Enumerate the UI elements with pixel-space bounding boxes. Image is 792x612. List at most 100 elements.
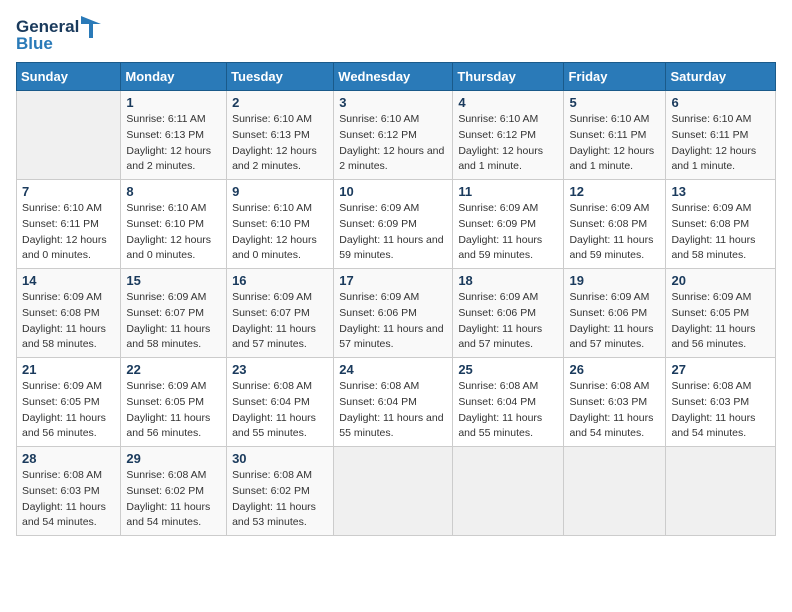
calendar-week-row: 7 Sunrise: 6:10 AMSunset: 6:11 PMDayligh… <box>17 180 776 269</box>
calendar-cell: 20 Sunrise: 6:09 AMSunset: 6:05 PMDaylig… <box>666 269 776 358</box>
calendar-cell: 2 Sunrise: 6:10 AMSunset: 6:13 PMDayligh… <box>227 91 334 180</box>
day-number: 23 <box>232 362 328 377</box>
day-detail: Sunrise: 6:10 AMSunset: 6:12 PMDaylight:… <box>458 113 543 172</box>
day-detail: Sunrise: 6:09 AMSunset: 6:09 PMDaylight:… <box>458 202 542 261</box>
day-detail: Sunrise: 6:09 AMSunset: 6:08 PMDaylight:… <box>671 202 755 261</box>
calendar-cell <box>564 447 666 536</box>
day-number: 20 <box>671 273 770 288</box>
col-header-friday: Friday <box>564 63 666 91</box>
day-detail: Sunrise: 6:09 AMSunset: 6:08 PMDaylight:… <box>22 291 106 350</box>
calendar-cell: 29 Sunrise: 6:08 AMSunset: 6:02 PMDaylig… <box>121 447 227 536</box>
calendar-week-row: 1 Sunrise: 6:11 AMSunset: 6:13 PMDayligh… <box>17 91 776 180</box>
logo-container: General Blue <box>16 16 101 54</box>
calendar-cell: 23 Sunrise: 6:08 AMSunset: 6:04 PMDaylig… <box>227 358 334 447</box>
day-number: 29 <box>126 451 221 466</box>
col-header-tuesday: Tuesday <box>227 63 334 91</box>
day-number: 2 <box>232 95 328 110</box>
calendar-cell: 11 Sunrise: 6:09 AMSunset: 6:09 PMDaylig… <box>453 180 564 269</box>
calendar-cell: 18 Sunrise: 6:09 AMSunset: 6:06 PMDaylig… <box>453 269 564 358</box>
day-detail: Sunrise: 6:09 AMSunset: 6:05 PMDaylight:… <box>671 291 755 350</box>
day-detail: Sunrise: 6:10 AMSunset: 6:11 PMDaylight:… <box>671 113 756 172</box>
day-number: 26 <box>569 362 660 377</box>
day-detail: Sunrise: 6:10 AMSunset: 6:11 PMDaylight:… <box>569 113 654 172</box>
day-number: 3 <box>339 95 447 110</box>
col-header-sunday: Sunday <box>17 63 121 91</box>
day-number: 9 <box>232 184 328 199</box>
calendar-cell: 14 Sunrise: 6:09 AMSunset: 6:08 PMDaylig… <box>17 269 121 358</box>
day-detail: Sunrise: 6:09 AMSunset: 6:07 PMDaylight:… <box>232 291 316 350</box>
day-number: 19 <box>569 273 660 288</box>
day-detail: Sunrise: 6:10 AMSunset: 6:12 PMDaylight:… <box>339 113 444 172</box>
col-header-saturday: Saturday <box>666 63 776 91</box>
calendar-cell: 16 Sunrise: 6:09 AMSunset: 6:07 PMDaylig… <box>227 269 334 358</box>
day-number: 17 <box>339 273 447 288</box>
day-detail: Sunrise: 6:08 AMSunset: 6:03 PMDaylight:… <box>671 380 755 439</box>
day-detail: Sunrise: 6:09 AMSunset: 6:06 PMDaylight:… <box>569 291 653 350</box>
calendar-cell: 24 Sunrise: 6:08 AMSunset: 6:04 PMDaylig… <box>334 358 453 447</box>
day-detail: Sunrise: 6:10 AMSunset: 6:13 PMDaylight:… <box>232 113 317 172</box>
calendar-cell: 26 Sunrise: 6:08 AMSunset: 6:03 PMDaylig… <box>564 358 666 447</box>
day-detail: Sunrise: 6:10 AMSunset: 6:10 PMDaylight:… <box>232 202 317 261</box>
day-detail: Sunrise: 6:09 AMSunset: 6:05 PMDaylight:… <box>126 380 210 439</box>
calendar-cell: 13 Sunrise: 6:09 AMSunset: 6:08 PMDaylig… <box>666 180 776 269</box>
logo: General Blue <box>16 16 101 54</box>
day-number: 18 <box>458 273 558 288</box>
day-number: 7 <box>22 184 115 199</box>
calendar-cell: 12 Sunrise: 6:09 AMSunset: 6:08 PMDaylig… <box>564 180 666 269</box>
day-detail: Sunrise: 6:09 AMSunset: 6:09 PMDaylight:… <box>339 202 443 261</box>
day-detail: Sunrise: 6:08 AMSunset: 6:04 PMDaylight:… <box>232 380 316 439</box>
day-detail: Sunrise: 6:10 AMSunset: 6:10 PMDaylight:… <box>126 202 211 261</box>
day-detail: Sunrise: 6:09 AMSunset: 6:08 PMDaylight:… <box>569 202 653 261</box>
calendar-cell: 4 Sunrise: 6:10 AMSunset: 6:12 PMDayligh… <box>453 91 564 180</box>
day-number: 6 <box>671 95 770 110</box>
day-number: 15 <box>126 273 221 288</box>
calendar-cell: 9 Sunrise: 6:10 AMSunset: 6:10 PMDayligh… <box>227 180 334 269</box>
calendar-cell: 27 Sunrise: 6:08 AMSunset: 6:03 PMDaylig… <box>666 358 776 447</box>
calendar-cell: 6 Sunrise: 6:10 AMSunset: 6:11 PMDayligh… <box>666 91 776 180</box>
calendar-cell: 17 Sunrise: 6:09 AMSunset: 6:06 PMDaylig… <box>334 269 453 358</box>
day-number: 27 <box>671 362 770 377</box>
day-number: 10 <box>339 184 447 199</box>
day-number: 5 <box>569 95 660 110</box>
calendar-cell: 8 Sunrise: 6:10 AMSunset: 6:10 PMDayligh… <box>121 180 227 269</box>
calendar-cell: 1 Sunrise: 6:11 AMSunset: 6:13 PMDayligh… <box>121 91 227 180</box>
calendar-cell: 28 Sunrise: 6:08 AMSunset: 6:03 PMDaylig… <box>17 447 121 536</box>
calendar-week-row: 14 Sunrise: 6:09 AMSunset: 6:08 PMDaylig… <box>17 269 776 358</box>
day-detail: Sunrise: 6:08 AMSunset: 6:04 PMDaylight:… <box>339 380 443 439</box>
day-detail: Sunrise: 6:08 AMSunset: 6:03 PMDaylight:… <box>22 469 106 528</box>
calendar-cell <box>666 447 776 536</box>
day-number: 12 <box>569 184 660 199</box>
day-number: 14 <box>22 273 115 288</box>
day-number: 22 <box>126 362 221 377</box>
calendar-cell: 22 Sunrise: 6:09 AMSunset: 6:05 PMDaylig… <box>121 358 227 447</box>
day-number: 11 <box>458 184 558 199</box>
col-header-wednesday: Wednesday <box>334 63 453 91</box>
col-header-thursday: Thursday <box>453 63 564 91</box>
logo-blue-text: Blue <box>16 34 53 54</box>
col-header-monday: Monday <box>121 63 227 91</box>
day-number: 24 <box>339 362 447 377</box>
day-detail: Sunrise: 6:09 AMSunset: 6:05 PMDaylight:… <box>22 380 106 439</box>
day-number: 21 <box>22 362 115 377</box>
day-detail: Sunrise: 6:10 AMSunset: 6:11 PMDaylight:… <box>22 202 107 261</box>
day-detail: Sunrise: 6:09 AMSunset: 6:06 PMDaylight:… <box>458 291 542 350</box>
calendar-cell: 19 Sunrise: 6:09 AMSunset: 6:06 PMDaylig… <box>564 269 666 358</box>
calendar-cell: 25 Sunrise: 6:08 AMSunset: 6:04 PMDaylig… <box>453 358 564 447</box>
header: General Blue <box>16 16 776 54</box>
day-number: 1 <box>126 95 221 110</box>
logo-arrow-icon <box>81 16 101 38</box>
day-number: 13 <box>671 184 770 199</box>
day-detail: Sunrise: 6:08 AMSunset: 6:03 PMDaylight:… <box>569 380 653 439</box>
calendar-cell: 10 Sunrise: 6:09 AMSunset: 6:09 PMDaylig… <box>334 180 453 269</box>
calendar-cell <box>334 447 453 536</box>
day-detail: Sunrise: 6:09 AMSunset: 6:07 PMDaylight:… <box>126 291 210 350</box>
day-detail: Sunrise: 6:11 AMSunset: 6:13 PMDaylight:… <box>126 113 211 172</box>
calendar-cell: 15 Sunrise: 6:09 AMSunset: 6:07 PMDaylig… <box>121 269 227 358</box>
calendar-cell: 21 Sunrise: 6:09 AMSunset: 6:05 PMDaylig… <box>17 358 121 447</box>
day-detail: Sunrise: 6:09 AMSunset: 6:06 PMDaylight:… <box>339 291 443 350</box>
calendar-week-row: 28 Sunrise: 6:08 AMSunset: 6:03 PMDaylig… <box>17 447 776 536</box>
day-number: 16 <box>232 273 328 288</box>
calendar-header-row: SundayMondayTuesdayWednesdayThursdayFrid… <box>17 63 776 91</box>
day-detail: Sunrise: 6:08 AMSunset: 6:02 PMDaylight:… <box>232 469 316 528</box>
day-number: 30 <box>232 451 328 466</box>
